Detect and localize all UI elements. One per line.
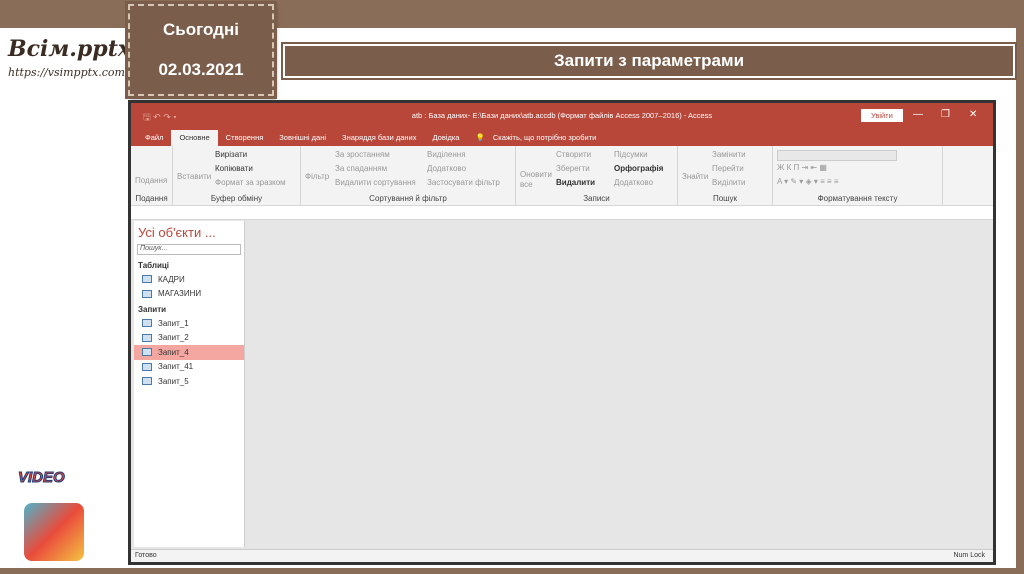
table-icon	[142, 275, 152, 284]
font-select[interactable]	[777, 150, 897, 161]
group-sort-filter: Фільтр За зростанням За спаданням Видали…	[301, 146, 516, 205]
save-record[interactable]: Зберегти	[556, 162, 595, 176]
rocket-icon	[24, 503, 84, 561]
minimize-icon[interactable]: —	[913, 109, 923, 120]
date-value: 02.03.2021	[158, 60, 244, 79]
tab-home[interactable]: Основне	[171, 130, 218, 146]
select-button[interactable]: Виділити	[712, 176, 746, 190]
tell-me-input[interactable]: Скажіть, що потрібно зробити	[493, 130, 605, 146]
logo: Всім.pptx	[8, 36, 131, 62]
new-record[interactable]: Створити	[556, 148, 595, 162]
refresh-all-button[interactable]: Оновити все	[520, 170, 552, 190]
query-icon	[142, 333, 152, 342]
video-label: VIDEO	[18, 469, 66, 487]
close-icon[interactable]: ✕	[969, 109, 977, 120]
item-label: Запит_4	[158, 347, 189, 357]
group-label: Сортування й фільтр	[369, 194, 447, 203]
bottom-band	[0, 568, 1024, 574]
nav-item-table[interactable]: КАДРИ	[134, 272, 244, 287]
status-bar: Готово Num Lock	[131, 549, 993, 562]
ribbon-tabs: Файл Основне Створення Зовнішні дані Зна…	[131, 129, 993, 146]
remove-sort[interactable]: Видалити сортування	[335, 176, 416, 190]
nav-item-query[interactable]: Запит_5	[134, 374, 244, 389]
logo-url: https://vsimpptx.com	[8, 66, 125, 79]
query-icon	[142, 348, 152, 357]
video-icon[interactable]: VIDEO	[14, 455, 94, 565]
item-label: КАДРИ	[158, 274, 185, 284]
advanced-button[interactable]: Додатково	[427, 162, 500, 176]
tab-help[interactable]: Довідка	[425, 130, 468, 146]
tab-create[interactable]: Створення	[218, 130, 272, 146]
slide-title: Запити з параметрами	[281, 42, 1017, 80]
nav-item-query-selected[interactable]: Запит_4	[134, 345, 244, 360]
more-button[interactable]: Додатково	[614, 176, 663, 190]
group-label: Буфер обміну	[210, 194, 263, 203]
tab-file[interactable]: Файл	[137, 130, 171, 146]
selection-button[interactable]: Виділення	[427, 148, 500, 162]
sort-ascending[interactable]: За зростанням	[335, 148, 416, 162]
item-label: Запит_41	[158, 362, 194, 372]
group-label: Пошук	[712, 194, 738, 203]
nav-item-query[interactable]: Запит_41	[134, 360, 244, 375]
query-icon	[142, 319, 152, 328]
item-label: Запит_2	[158, 333, 189, 343]
group-label: Форматування тексту	[817, 194, 898, 203]
filter-button[interactable]: Фільтр	[305, 170, 329, 184]
sort-descending[interactable]: За спаданням	[335, 162, 416, 176]
sign-in-button[interactable]: Увійти	[861, 109, 903, 122]
item-label: Запит_5	[158, 376, 189, 386]
nav-item-query[interactable]: Запит_1	[134, 316, 244, 331]
group-records: Оновити все Створити Зберегти Видалити П…	[516, 146, 678, 205]
group-clipboard: Вставити Вирізати Копіювати Формат за зр…	[173, 146, 301, 205]
spelling-button[interactable]: Орфографія	[614, 162, 663, 176]
find-button[interactable]: Знайти	[682, 170, 708, 184]
query-icon	[142, 362, 152, 371]
status-left: Готово	[135, 552, 157, 559]
color-buttons[interactable]: A ▾ ✎ ▾ ◈ ▾ ≡ ≡ ≡	[777, 175, 938, 189]
item-label: Запит_1	[158, 318, 189, 328]
restore-icon[interactable]: ❐	[941, 109, 950, 120]
cut-button[interactable]: Вирізати	[215, 148, 286, 162]
nav-title[interactable]: Усі об'єкти ...	[134, 221, 244, 242]
toggle-filter[interactable]: Застосувати фільтр	[427, 176, 500, 190]
date-label: Сьогодні	[163, 20, 239, 39]
group-label: Записи	[583, 194, 610, 203]
ribbon-spacer	[131, 206, 993, 220]
format-painter-button[interactable]: Формат за зразком	[215, 176, 286, 190]
nav-section-queries[interactable]: Запити	[134, 301, 244, 316]
tab-database-tools[interactable]: Знаряддя бази даних	[334, 130, 424, 146]
query-icon	[142, 377, 152, 386]
table-icon	[142, 289, 152, 298]
group-view: Подання Подання	[131, 146, 173, 205]
paste-button[interactable]: Вставити	[177, 170, 211, 184]
group-find: Знайти Замінити Перейти Виділити Пошук	[678, 146, 773, 205]
nav-search-input[interactable]: Пошук...	[137, 244, 241, 255]
ribbon: Подання Подання Вставити Вирізати Копіюв…	[131, 146, 993, 206]
view-button[interactable]: Подання	[135, 174, 168, 188]
access-window: 🖫 ↶ ↷ ▾ atb : База даних- E:\Бази даних\…	[128, 100, 996, 565]
nav-section-tables[interactable]: Таблиці	[134, 257, 244, 272]
goto-button[interactable]: Перейти	[712, 162, 746, 176]
lightbulb-icon: 💡	[475, 133, 485, 142]
copy-button[interactable]: Копіювати	[215, 162, 286, 176]
date-box: Сьогодні 02.03.2021	[125, 1, 277, 99]
totals-button[interactable]: Підсумки	[614, 148, 663, 162]
nav-item-table[interactable]: МАГАЗИНИ	[134, 287, 244, 302]
right-band	[1016, 0, 1024, 574]
group-text-formatting: Ж К П ⇥ ⇤ ▦ A ▾ ✎ ▾ ◈ ▾ ≡ ≡ ≡ Форматуван…	[773, 146, 943, 205]
delete-record[interactable]: Видалити	[556, 176, 595, 190]
nav-item-query[interactable]: Запит_2	[134, 331, 244, 346]
navigation-pane: Усі об'єкти ... Пошук... Таблиці КАДРИ М…	[134, 221, 245, 547]
format-buttons[interactable]: Ж К П ⇥ ⇤ ▦	[777, 161, 938, 175]
item-label: МАГАЗИНИ	[158, 289, 202, 299]
replace-button[interactable]: Замінити	[712, 148, 746, 162]
status-right: Num Lock	[953, 552, 985, 559]
title-bar: 🖫 ↶ ↷ ▾ atb : База даних- E:\Бази даних\…	[131, 103, 993, 129]
group-label: Подання	[135, 194, 168, 203]
tab-external-data[interactable]: Зовнішні дані	[271, 130, 334, 146]
